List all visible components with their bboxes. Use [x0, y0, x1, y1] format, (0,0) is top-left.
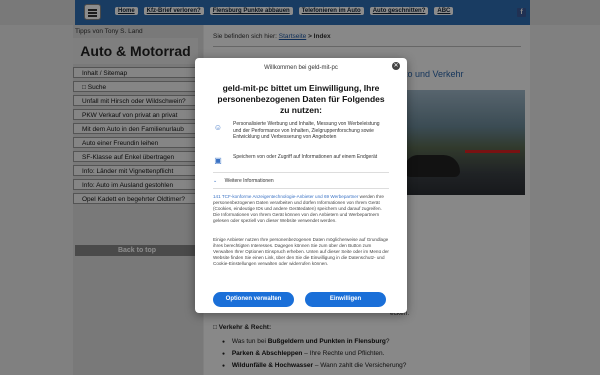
consent-dialog: Willkommen bei geld-mit-pc ✕ geld-mit-pc… [195, 58, 407, 313]
more-info-label: Weitere Informationen [224, 178, 274, 184]
consent-site-title: Willkommen bei geld-mit-pc [264, 65, 338, 71]
chevron-down-icon: ⌄ [213, 178, 218, 184]
more-info-toggle[interactable]: ⌄ Weitere Informationen [213, 178, 389, 184]
consent-paragraph: Einige Anbieter nutzen Ihre personenbezo… [213, 237, 389, 266]
device-icon: ▣ [214, 156, 222, 165]
consent-paragraph: 141 TCF-konforme Anzeigentechnologie-Anb… [213, 194, 384, 223]
person-icon: ☺ [213, 123, 223, 132]
manage-options-button[interactable]: Optionen verwalten [213, 292, 294, 307]
purpose-text: Personalisierte Werbung und Inhalte, Mes… [233, 121, 380, 140]
vendors-link[interactable]: 141 TCF-konforme Anzeigentechnologie-Anb… [213, 194, 358, 199]
close-icon[interactable]: ✕ [392, 62, 400, 70]
consent-button[interactable]: Einwilligen [305, 292, 386, 307]
purpose-text: Speichern von oder Zugriff auf Informati… [233, 154, 378, 160]
divider [213, 188, 389, 189]
divider [213, 172, 389, 173]
consent-heading: geld-mit-pc bittet um Einwilligung, Ihre… [217, 83, 385, 115]
